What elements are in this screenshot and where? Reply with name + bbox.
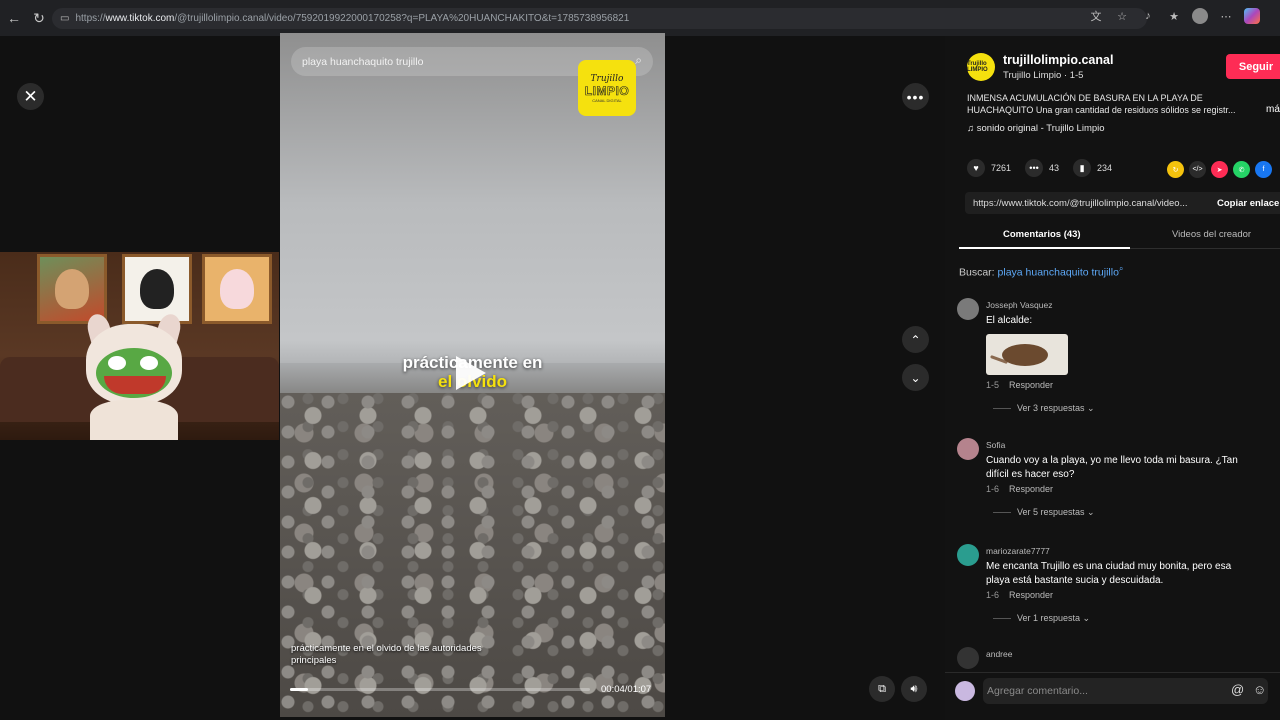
streamer-avatar [78, 311, 188, 440]
view-replies-button[interactable]: Ver 5 respuestas ⌄ [993, 507, 1095, 518]
profile-avatar-icon[interactable] [1192, 8, 1208, 24]
address-bar[interactable]: ▭ https://www.tiktok.com/@trujillolimpio… [52, 8, 1147, 29]
more-options-icon[interactable]: ••• [902, 83, 929, 110]
comment-username[interactable]: Josseph Vasquez [986, 300, 1052, 310]
comment-text: Me encanta Trujillo es una ciudad muy bo… [986, 561, 1232, 586]
view-replies-button[interactable]: Ver 3 respuestas ⌄ [993, 403, 1095, 414]
comment-input[interactable]: Agregar comentario... [983, 678, 1268, 704]
extensions-icon[interactable]: ♪ [1140, 8, 1156, 24]
comment-sticker-image [986, 334, 1068, 375]
avatar[interactable] [957, 647, 979, 669]
avatar[interactable] [957, 298, 979, 320]
music-icon: ♫ [967, 123, 977, 134]
url-path: /@trujillolimpio.canal/video/75920199220… [174, 13, 630, 24]
reload-icon[interactable]: ↻ [28, 7, 50, 29]
copilot-icon[interactable] [1244, 8, 1260, 24]
translate-icon[interactable]: 文 [1088, 8, 1104, 24]
follow-button[interactable]: Seguir [1226, 54, 1280, 79]
progress-fill [290, 688, 308, 691]
comments-count: 43 [1049, 163, 1060, 173]
close-icon[interactable]: ✕ [17, 83, 44, 110]
list-item: Sofia Cuando voy a la playa, yo me llevo… [957, 438, 1280, 544]
url-prefix: https:// [75, 13, 106, 24]
add-comment-bar: Agregar comentario... @ ☺ [945, 672, 1280, 720]
list-item: mariozarate7777 Me encanta Trujillo es u… [957, 544, 1280, 647]
repost-icon[interactable]: ↻ [1167, 161, 1184, 178]
picture-in-picture-icon[interactable]: ⧉ [869, 676, 895, 702]
comment-list: Josseph Vasquez El alcalde: 1-5 Responder… [957, 298, 1280, 677]
video-link-box: https://www.tiktok.com/@trujillolimpio.c… [965, 192, 1280, 214]
video-frame [280, 393, 665, 717]
saves-count: 234 [1097, 163, 1113, 173]
creator-avatar[interactable]: Trujillo LIMPIO [967, 53, 995, 81]
favorites-icon[interactable]: ★ [1166, 8, 1182, 24]
browser-toolbar: ← ↻ ▭ https://www.tiktok.com/@trujilloli… [0, 0, 1280, 36]
video-time: 00:04/01:07 [601, 684, 652, 695]
creator-subline: Trujillo Limpio · 1-5 [1003, 70, 1084, 81]
active-tab-indicator [959, 247, 1130, 249]
reply-button[interactable]: Responder [1009, 590, 1053, 600]
emoji-icon[interactable]: ☺ [1253, 682, 1266, 697]
embed-icon[interactable]: </> [1189, 161, 1206, 178]
url-host: www.tiktok.com [105, 13, 175, 24]
video-description: INMENSA ACUMULACIÓN DE BASURA EN LA PLAY… [967, 93, 1236, 115]
share-icons: ↻ </> ➤ ✆ f [1167, 161, 1272, 178]
comment-icon[interactable]: ••• [1025, 159, 1044, 177]
comment-text: El alcalde: [986, 315, 1033, 326]
site-info-icon[interactable]: ▭ [60, 13, 69, 24]
video-link-url: https://www.tiktok.com/@trujillolimpio.c… [973, 197, 1188, 209]
related-search[interactable]: Buscar: playa huanchaquito trujillo⌕ [959, 264, 1123, 279]
likes-count: 7261 [991, 163, 1012, 173]
progress-bar[interactable] [290, 688, 590, 691]
heart-icon[interactable]: ♥ [967, 159, 985, 177]
streamer-overlay [0, 252, 279, 440]
related-search-term[interactable]: playa huanchaquito trujillo [998, 267, 1119, 279]
facebook-icon[interactable]: f [1255, 161, 1272, 178]
volume-icon[interactable]: 🔊︎ [901, 676, 927, 702]
search-icon[interactable]: ⌕ [635, 53, 642, 68]
play-icon[interactable] [456, 356, 486, 390]
comment-username[interactable]: andree [986, 649, 1012, 659]
reply-button[interactable]: Responder [1009, 380, 1053, 390]
whatsapp-icon[interactable]: ✆ [1233, 161, 1250, 178]
list-item: Josseph Vasquez El alcalde: 1-5 Responder… [957, 298, 1280, 438]
comment-text: Cuando voy a la playa, yo me llevo toda … [986, 455, 1238, 480]
video-subtitle: prácticamente en el olvido de las autori… [291, 643, 482, 666]
reply-button[interactable]: Responder [1009, 484, 1053, 494]
engagement-stats: ♥ 7261 ••• 43 ▮ 234 [967, 159, 1126, 177]
comment-username[interactable]: mariozarate7777 [986, 546, 1050, 556]
mention-icon[interactable]: @ [1231, 682, 1244, 697]
avatar[interactable] [957, 438, 979, 460]
comment-meta: 1-5 Responder [986, 380, 1054, 390]
creator-name[interactable]: trujillolimpio.canal [1003, 53, 1113, 67]
back-icon[interactable]: ← [3, 7, 25, 29]
bookmark-icon[interactable]: ▮ [1073, 159, 1092, 177]
tab-comments[interactable]: Comentarios (43) [1003, 229, 1081, 240]
avatar[interactable] [957, 544, 979, 566]
view-replies-button[interactable]: Ver 1 respuesta ⌄ [993, 613, 1090, 624]
avatar [955, 681, 975, 701]
comments-panel: Trujillo LIMPIO trujillolimpio.canal Tru… [945, 36, 1280, 720]
channel-logo: Trujillo LIMPIO CANAL DIGITAL [578, 60, 636, 116]
search-icon: ⌕ [1118, 264, 1124, 273]
comment-username[interactable]: Sofia [986, 440, 1005, 450]
previous-video-icon[interactable]: ⌃ [902, 326, 929, 353]
comment-meta: 1-6 Responder [986, 590, 1054, 600]
copy-link-button[interactable]: Copiar enlace [1217, 198, 1279, 209]
next-video-icon[interactable]: ⌄ [902, 364, 929, 391]
tab-creator-videos[interactable]: Videos del creador [1172, 229, 1251, 240]
more-link[interactable]: más [1266, 104, 1280, 115]
browser-menu-icon[interactable]: ⋯ [1218, 8, 1234, 24]
video-player[interactable]: playa huanchaquito trujillo ⌕ Trujillo L… [280, 33, 665, 717]
favorite-star-icon[interactable]: ☆ [1114, 8, 1130, 24]
comment-meta: 1-6 Responder [986, 484, 1054, 494]
panel-tabs: Comentarios (43) Videos del creador [959, 225, 1280, 249]
sound-label[interactable]: ♫ sonido original - Trujillo Limpio [967, 123, 1105, 134]
wall-picture [202, 254, 272, 324]
video-search-text: playa huanchaquito trujillo [302, 55, 424, 68]
send-icon[interactable]: ➤ [1211, 161, 1228, 178]
